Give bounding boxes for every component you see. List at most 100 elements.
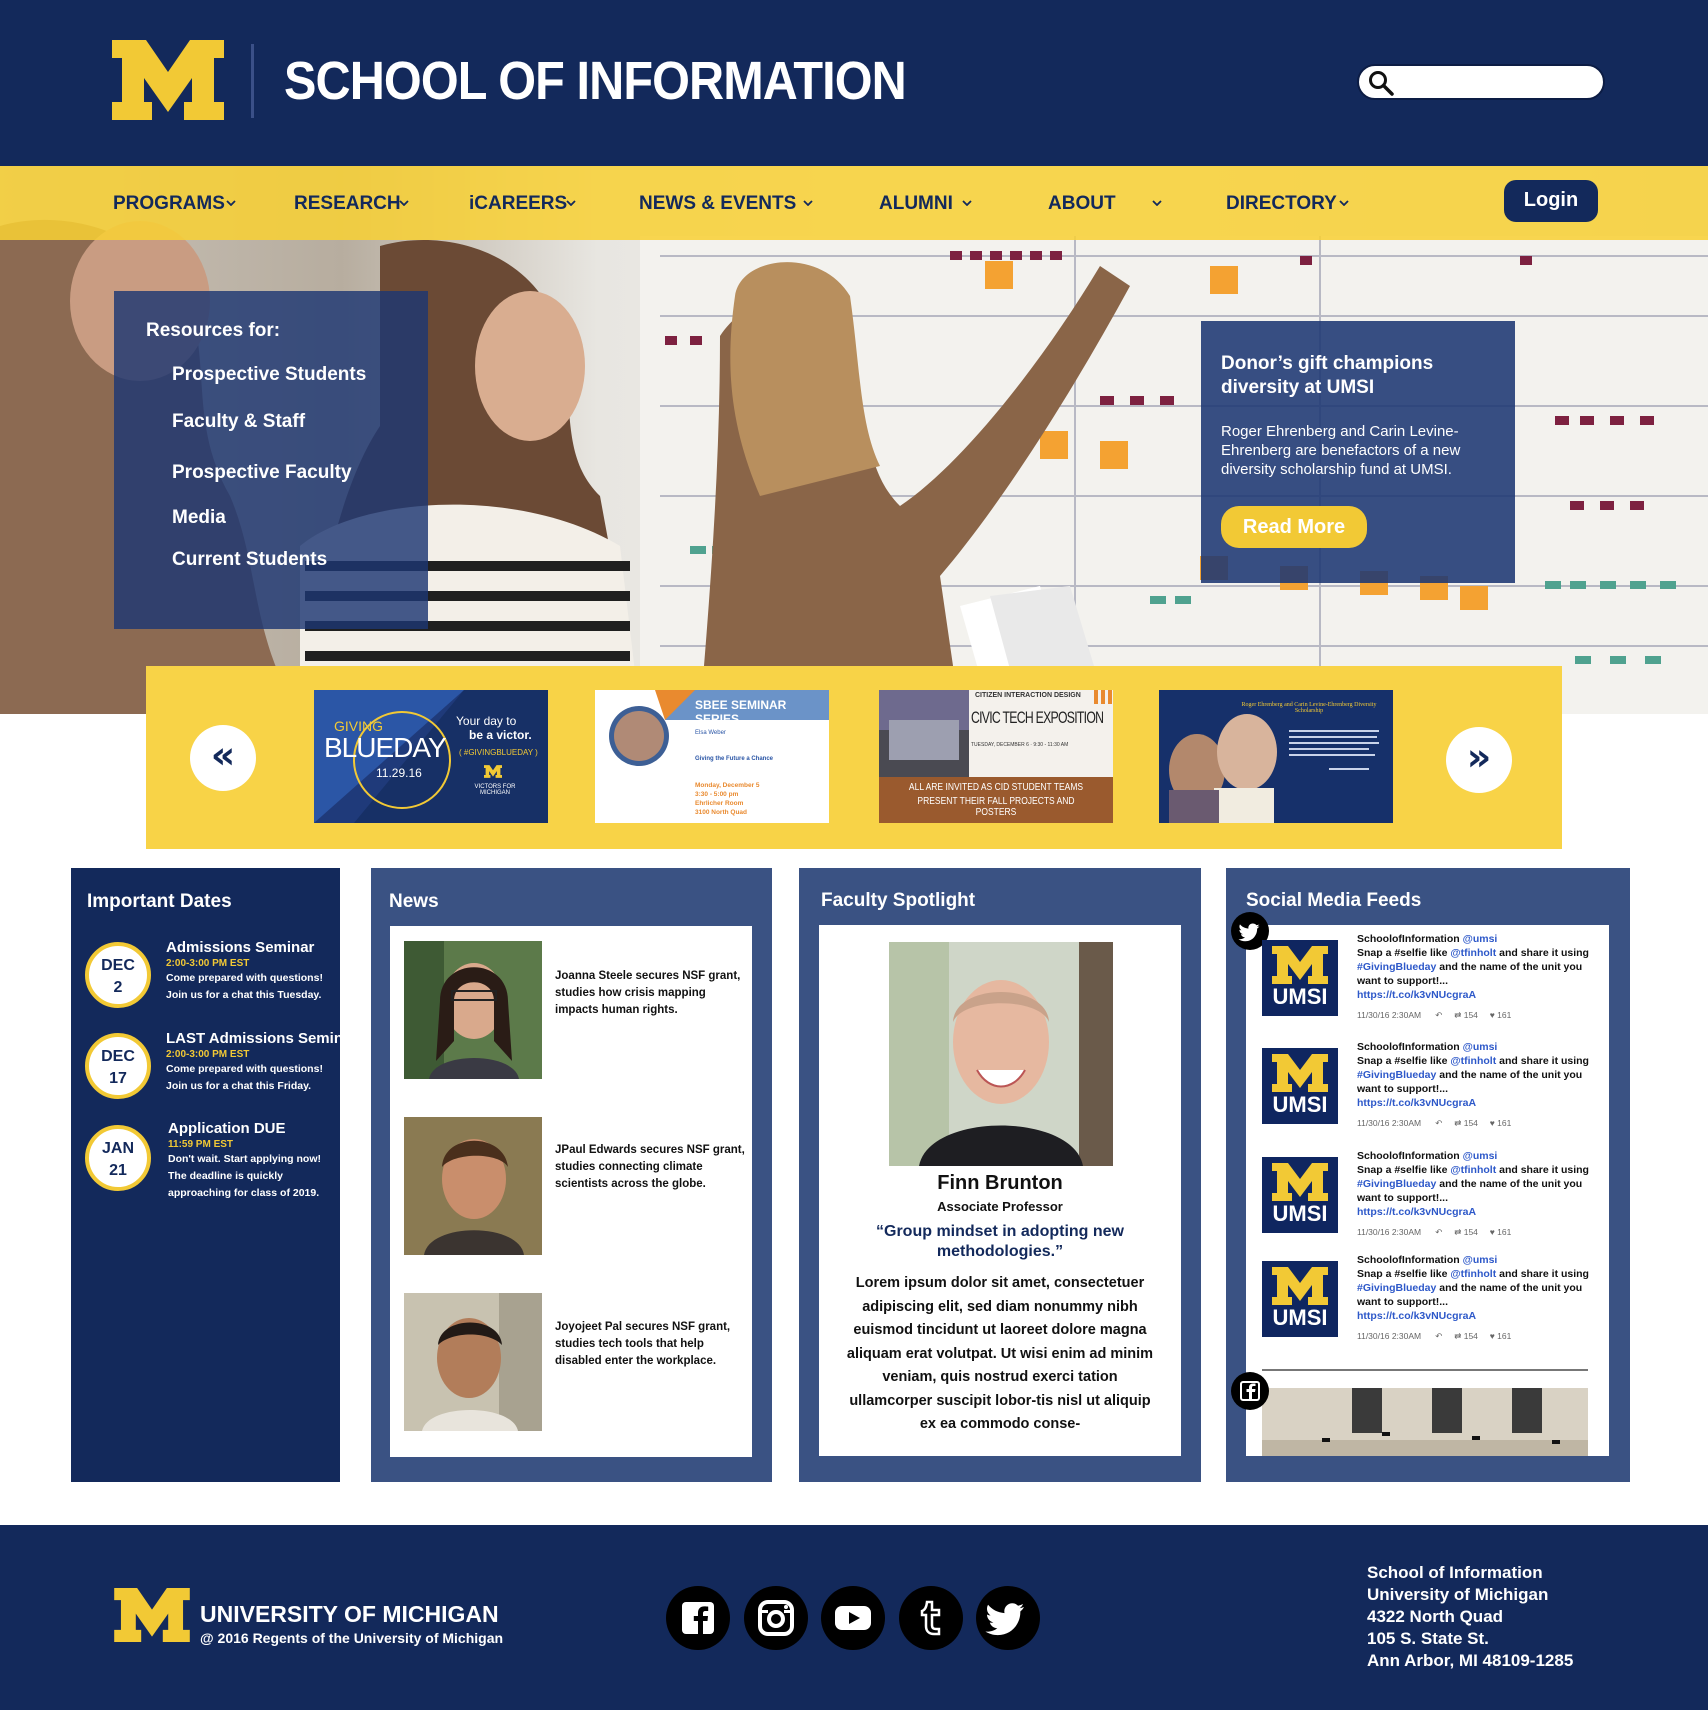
tumblr-icon [920,1600,941,1636]
facebook-post-image[interactable] [1262,1388,1588,1456]
event-title[interactable]: Application DUE [168,1120,286,1137]
search-input[interactable] [1357,64,1605,100]
slide-blueday: BLUEDAY [324,732,447,763]
footer-address-line: Ann Arbor, MI 48109-1285 [1367,1651,1574,1670]
tweet[interactable]: UMSI SchoolofInformation @umsi Snap a #s… [1262,932,1602,1032]
site-title[interactable]: SCHOOL OF INFORMATION [284,50,907,112]
slide-sbee-when-1: Monday, December 5 [695,782,760,789]
nav-news-events[interactable]: NEWS & EVENTS [639,193,796,215]
date-badge: JAN 21 [85,1125,151,1191]
event-desc-1: Come prepared with questions! [166,972,323,984]
tumblr-link[interactable] [899,1586,963,1650]
slide-sbee-when-3: Ehrlicher Room [695,800,744,807]
slide-civic-banner-1: ALL ARE INVITED AS CID STUDENT TEAMS [908,782,1084,793]
carousel-slide-giving-blueday[interactable]: GIVING BLUEDAY 11.29.16 Your day to be a… [314,690,548,823]
news-item-text[interactable]: Joyojeet Pal secures NSF grant, studies … [555,1319,749,1370]
carousel-slide-sbee-seminar[interactable]: SBEE SEMINAR SERIES Elsa Weber Giving th… [595,690,829,823]
slide-hashtag: ( #GIVINGBLUEDAY ) [459,748,538,757]
tweet[interactable]: UMSI SchoolofInformation @umsi Snap a #s… [1262,1040,1602,1140]
chevron-down-icon[interactable] [962,200,972,206]
nav-alumni[interactable]: ALUMNI [879,193,953,215]
faculty-spotlight-title: Faculty Spotlight [821,890,976,911]
slide-scholarship-title: Roger Ehrenberg and Carin Levine-Ehrenbe… [1241,702,1377,714]
tweet-meta: 11/30/16 2:30AM ↶ ⇄ 154 ♥ 161 [1357,1118,1512,1128]
event-desc-2: Join us for a chat this Friday. [166,1080,312,1092]
news-item-text[interactable]: Joanna Steele secures NSF grant, studies… [555,968,749,1019]
footer-address-line: 4322 North Quad [1367,1607,1504,1626]
slide-sbee-header: SBEE SEMINAR SERIES [695,698,787,726]
resource-link-media[interactable]: Media [172,507,226,529]
chevron-down-icon[interactable] [399,200,409,206]
news-photo[interactable] [404,1293,542,1431]
carousel-slide-scholarship[interactable]: Roger Ehrenberg and Carin Levine-Ehrenbe… [1159,690,1393,823]
event-desc-1: Don't wait. Start applying now! [168,1153,321,1165]
facebook-badge[interactable] [1231,1372,1269,1410]
slide-civic-brand: CITIZEN INTERACTION DESIGN [975,692,1081,699]
nav-icareers[interactable]: iCAREERS [469,193,567,215]
twitter-link[interactable] [976,1586,1040,1650]
event-title[interactable]: Admissions Seminar [166,939,314,956]
read-more-button[interactable]: Read More [1221,506,1367,548]
chevron-down-icon[interactable] [566,200,576,206]
instagram-link[interactable] [744,1586,808,1650]
carousel-next-button[interactable]: » [1446,727,1512,793]
footer-address-line: 105 S. State St. [1367,1629,1489,1648]
footer-address-line: School of Information [1367,1563,1543,1582]
chevron-down-icon[interactable] [1152,200,1162,206]
faculty-photo[interactable] [889,942,1113,1166]
event-time: 2:00-3:00 PM EST [166,958,250,969]
resource-link-faculty-staff[interactable]: Faculty & Staff [172,411,305,433]
carousel-prev-button[interactable]: « [190,725,256,791]
faculty-bio: Lorem ipsum dolor sit amet, consectetuer… [846,1275,1154,1432]
footer-university-name[interactable]: UNIVERSITY OF MICHIGAN [200,1601,499,1628]
slide-civic-title: CIVIC TECH EXPOSITION [971,708,1104,727]
faculty-name[interactable]: Finn Brunton [819,1172,1181,1195]
tweet[interactable]: UMSI SchoolofInformation @umsi Snap a #s… [1262,1253,1602,1353]
resource-link-prospective-faculty[interactable]: Prospective Faculty [172,462,352,484]
news-item-text[interactable]: JPaul Edwards secures NSF grant, studies… [555,1142,749,1193]
nav-directory[interactable]: DIRECTORY [1226,193,1337,215]
slide-sbee-when-2: 3:30 - 5:00 pm [695,791,739,798]
resource-link-prospective-students[interactable]: Prospective Students [172,364,366,386]
news-photo[interactable] [404,1117,542,1255]
twitter-icon [985,1603,1024,1636]
nav-programs[interactable]: PROGRAMS [113,193,225,215]
nav-research[interactable]: RESEARCH [294,193,401,215]
login-button[interactable]: Login [1504,180,1598,222]
logo-divider [251,44,254,118]
tweet[interactable]: UMSI SchoolofInformation @umsi Snap a #s… [1262,1149,1602,1249]
important-dates-title: Important Dates [87,891,232,912]
slide-footer: VICTORS FOR MICHIGAN [474,784,516,796]
facebook-link[interactable] [666,1586,730,1650]
date-badge: DEC 17 [85,1033,151,1099]
chevron-down-icon[interactable] [803,200,813,206]
footer-address-line: University of Michigan [1367,1585,1549,1604]
slide-date: 11.29.16 [376,766,422,780]
resource-link-current-students[interactable]: Current Students [172,549,327,571]
chevron-down-icon[interactable] [1339,200,1349,206]
tweet-meta: 11/30/16 2:30AM ↶ ⇄ 154 ♥ 161 [1357,1010,1512,1020]
tweet-text: SchoolofInformation @umsi Snap a #selfie… [1357,933,1589,1001]
feature-description: Roger Ehrenberg and Carin Levine-Ehrenbe… [1221,423,1461,478]
youtube-link[interactable] [821,1586,885,1650]
footer-copyright: @ 2016 Regents of the University of Mich… [200,1630,504,1646]
search-icon[interactable] [1368,70,1394,96]
event-time: 11:59 PM EST [168,1139,234,1150]
block-m-logo[interactable] [114,1588,190,1642]
block-m-logo[interactable] [112,40,224,120]
feature-title[interactable]: Donor’s gift champions diversity at UMSI [1221,352,1501,400]
resources-title: Resources for: [146,320,281,341]
carousel-slide-civic-tech[interactable]: CITIZEN INTERACTION DESIGN CIVIC TECH EX… [879,690,1113,823]
social-media-title: Social Media Feeds [1246,890,1422,911]
umsi-logo: UMSI [1262,1048,1338,1124]
nav-about[interactable]: ABOUT [1048,193,1116,215]
youtube-icon [835,1606,871,1630]
event-title[interactable]: LAST Admissions Seminar [166,1030,357,1047]
event-desc-3: approaching for class of 2019. [168,1187,320,1199]
event-desc-2: The deadline is quickly [168,1170,283,1182]
chevron-down-icon[interactable] [226,200,236,206]
tweet-text: SchoolofInformation @umsi Snap a #selfie… [1357,1041,1589,1109]
news-photo[interactable] [404,941,542,1079]
slide-tagline-1: Your day to [456,714,517,728]
slide-sbee-subtitle: Giving the Future a Chance [695,756,774,762]
